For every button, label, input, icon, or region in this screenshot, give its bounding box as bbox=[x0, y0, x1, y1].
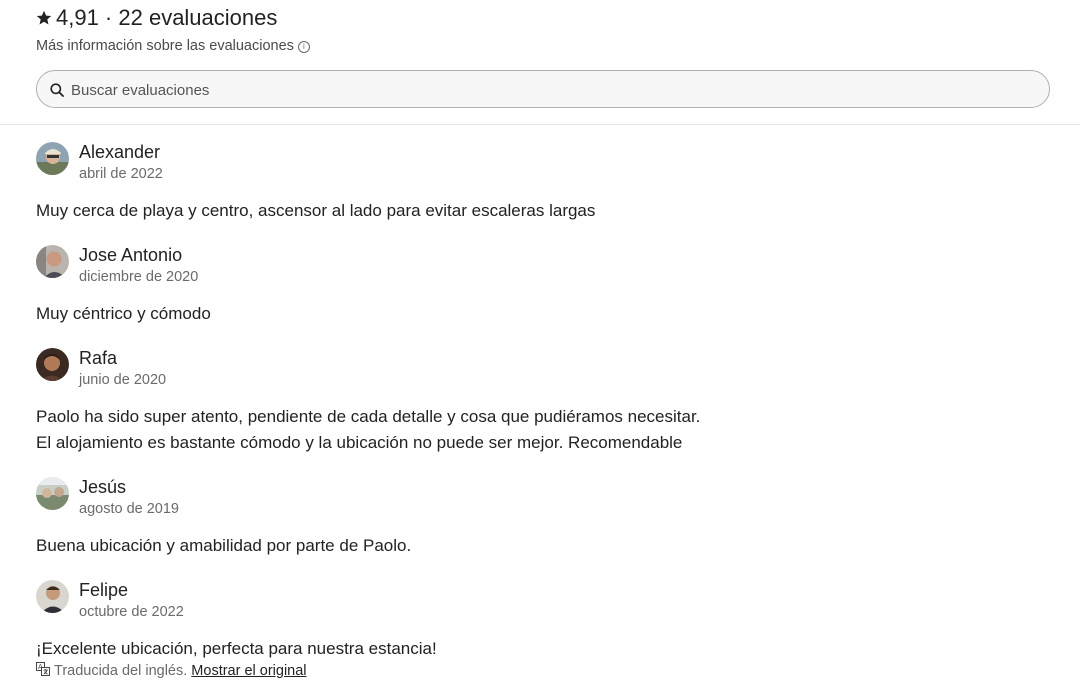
rating-title-text: 4,91 · 22 evaluaciones bbox=[56, 5, 278, 30]
avatar[interactable] bbox=[36, 477, 69, 510]
info-icon[interactable]: i bbox=[297, 41, 310, 53]
reviewer-name[interactable]: Jose Antonio bbox=[79, 245, 182, 266]
review-text-line: Paolo ha sido super atento, pendiente de… bbox=[36, 407, 701, 426]
search-icon bbox=[50, 83, 64, 97]
translation-note-text: Traducida del inglés. bbox=[54, 663, 188, 679]
search-bar[interactable] bbox=[36, 70, 1050, 109]
review-text: Muy cerca de playa y centro, ascensor al… bbox=[36, 201, 596, 220]
reviewer-name[interactable]: Felipe bbox=[79, 580, 128, 601]
review-date: octubre de 2022 bbox=[79, 604, 184, 620]
reviewer-name[interactable]: Alexander bbox=[79, 142, 160, 163]
avatar[interactable] bbox=[36, 580, 69, 613]
avatar[interactable] bbox=[36, 348, 69, 381]
reviewer-name[interactable]: Jesús bbox=[79, 477, 126, 498]
show-original-link[interactable]: Mostrar el original bbox=[191, 663, 306, 679]
reviewer-name[interactable]: Rafa bbox=[79, 348, 117, 369]
review-text-line: El alojamiento es bastante cómodo y la u… bbox=[36, 433, 683, 452]
review-text: Muy céntrico y cómodo bbox=[36, 304, 211, 323]
more-info-link[interactable]: Más información sobre las evaluaciones i bbox=[36, 38, 310, 54]
review-date: diciembre de 2020 bbox=[79, 269, 199, 285]
more-info-text[interactable]: Más información sobre las evaluaciones bbox=[36, 38, 294, 54]
rating-title: 4,91 · 22 evaluaciones bbox=[36, 5, 277, 31]
avatar[interactable] bbox=[36, 142, 69, 175]
review-text: Paolo ha sido super atento, pendiente de… bbox=[36, 404, 700, 456]
translate-icon: A bbox=[36, 662, 50, 676]
review-date: abril de 2022 bbox=[79, 166, 163, 182]
search-input[interactable] bbox=[69, 71, 1033, 109]
review-text: Buena ubicación y amabilidad por parte d… bbox=[36, 536, 412, 555]
review-date: agosto de 2019 bbox=[79, 501, 179, 517]
avatar[interactable] bbox=[36, 245, 69, 278]
review-date: junio de 2020 bbox=[79, 372, 167, 388]
header-divider bbox=[0, 124, 1080, 125]
translation-note: A Traducida del inglés. Mostrar el origi… bbox=[36, 662, 307, 679]
review-text: ¡Excelente ubicación, perfecta para nues… bbox=[36, 639, 437, 658]
star-icon bbox=[36, 10, 52, 25]
